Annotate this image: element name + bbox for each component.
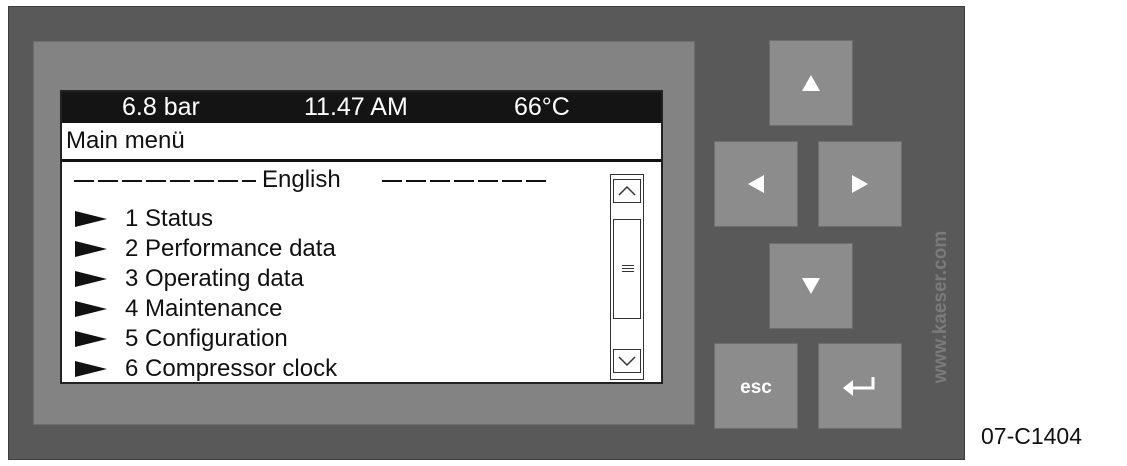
chevron-down-icon <box>618 356 636 367</box>
menu-item-label: 6 Compressor clock <box>125 355 338 382</box>
scroll-thumb[interactable] <box>613 219 641 319</box>
menu-pointer-icon <box>75 241 107 257</box>
menu-pointer-icon <box>75 211 107 227</box>
menu-item-status[interactable]: 1 Status <box>70 204 570 234</box>
display-bezel: 6.8 bar 11.47 AM 66°C Main menü English <box>33 41 695 425</box>
vertical-watermark: www.kaeser.com <box>926 167 956 447</box>
menu-item-label: 4 Maintenance <box>125 295 283 322</box>
temperature-readout: 66°C <box>514 93 570 121</box>
arrow-left-icon <box>748 175 764 193</box>
chevron-up-icon <box>618 185 636 196</box>
status-bar: 6.8 bar 11.47 AM 66°C <box>62 92 661 123</box>
menu-item-operating-data[interactable]: 3 Operating data <box>70 264 570 294</box>
right-key[interactable] <box>818 141 902 227</box>
menu-list: English 1 Status 2 Performance data 3 Op… <box>70 166 590 382</box>
watermark-text: www.kaeser.com <box>930 230 951 384</box>
menu-title: Main menü <box>66 127 185 154</box>
esc-key[interactable]: esc <box>714 343 798 429</box>
title-divider <box>62 159 661 162</box>
menu-pointer-icon <box>75 301 107 317</box>
clock-readout: 11.47 AM <box>304 93 408 121</box>
esc-key-label: esc <box>740 377 772 398</box>
arrow-down-icon <box>802 278 820 294</box>
scroll-up-button[interactable] <box>613 179 641 203</box>
pressure-readout: 6.8 bar <box>122 93 200 121</box>
language-row: English <box>70 166 560 196</box>
menu-item-compressor-clock[interactable]: 6 Compressor clock <box>70 354 570 382</box>
menu-item-label: 2 Performance data <box>125 235 336 262</box>
menu-item-label: 5 Configuration <box>125 325 288 352</box>
menu-pointer-icon <box>75 331 107 347</box>
up-key[interactable] <box>769 40 853 126</box>
menu-pointer-icon <box>75 361 107 377</box>
language-label: English <box>262 166 341 193</box>
menu-pointer-icon <box>75 271 107 287</box>
left-key[interactable] <box>714 141 798 227</box>
menu-item-label: 3 Operating data <box>125 265 304 292</box>
arrow-right-icon <box>852 175 868 193</box>
menu-item-performance-data[interactable]: 2 Performance data <box>70 234 570 264</box>
menu-item-label: 1 Status <box>125 205 214 232</box>
enter-key[interactable] <box>818 343 902 429</box>
scroll-down-button[interactable] <box>613 349 641 373</box>
lcd-display: 6.8 bar 11.47 AM 66°C Main menü English <box>60 90 663 384</box>
menu-scrollbar[interactable] <box>610 174 644 380</box>
controller-panel: 6.8 bar 11.47 AM 66°C Main menü English <box>8 6 965 460</box>
menu-item-maintenance[interactable]: 4 Maintenance <box>70 294 570 324</box>
enter-return-icon <box>843 377 875 396</box>
down-key[interactable] <box>769 243 853 329</box>
arrow-up-icon <box>802 75 820 91</box>
menu-item-configuration[interactable]: 5 Configuration <box>70 324 570 354</box>
figure-id: 07-C1404 <box>981 423 1083 449</box>
